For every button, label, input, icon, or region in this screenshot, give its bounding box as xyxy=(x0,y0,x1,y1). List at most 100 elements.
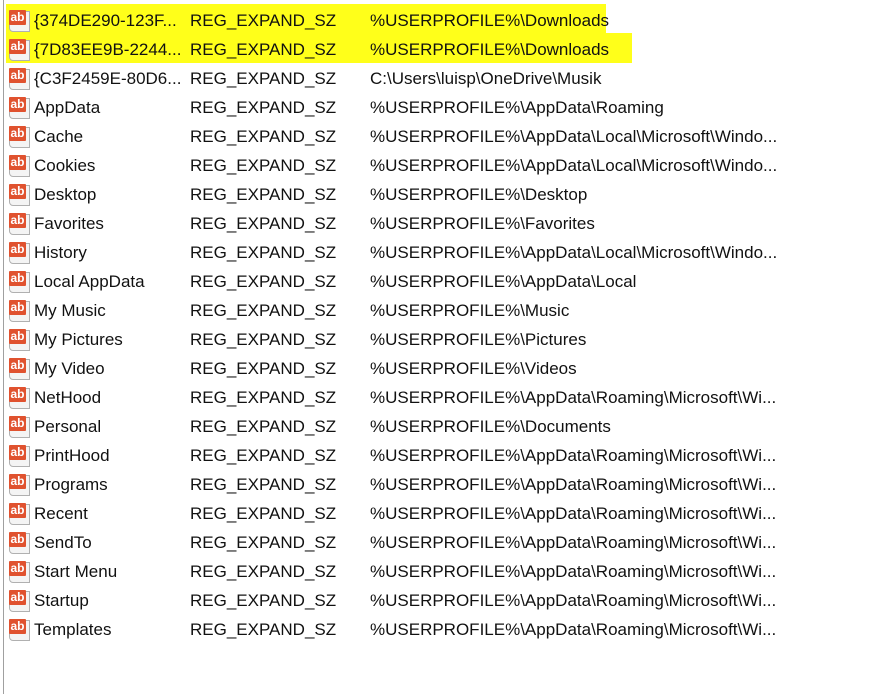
value-type: REG_EXPAND_SZ xyxy=(190,242,337,262)
value-data: %USERPROFILE%\AppData\Roaming\Microsoft\… xyxy=(370,503,777,523)
list-item[interactable]: ab {7D83EE9B-2244... REG_EXPAND_SZ %USERPRO… xyxy=(8,35,777,64)
list-item[interactable]: ab Cookies REG_EXPAND_SZ %USERPROFILE%\AppD… xyxy=(8,151,777,180)
value-name: Favorites xyxy=(34,213,104,233)
value-name: My Video xyxy=(34,358,105,378)
value-data: %USERPROFILE%\AppData\Roaming\Microsoft\… xyxy=(370,445,777,465)
list-item[interactable]: ab NetHood REG_EXPAND_SZ %USERPROFILE%\AppD… xyxy=(8,383,777,412)
list-item[interactable]: ab AppData REG_EXPAND_SZ %USERPROFILE%\AppD… xyxy=(8,93,777,122)
reg-string-icon: ab xyxy=(8,444,30,467)
reg-string-icon: ab xyxy=(8,212,30,235)
reg-string-icon: ab xyxy=(8,241,30,264)
value-type: REG_EXPAND_SZ xyxy=(190,503,337,523)
value-data: %USERPROFILE%\AppData\Roaming\Microsoft\… xyxy=(370,532,777,552)
reg-string-icon: ab xyxy=(8,415,30,438)
list-item[interactable]: ab Recent REG_EXPAND_SZ %USERPROFILE%\AppDa… xyxy=(8,499,777,528)
value-data: %USERPROFILE%\AppData\Roaming\Microsoft\… xyxy=(370,619,777,639)
list-item[interactable]: ab {C3F2459E-80D6... REG_EXPAND_SZ C:\Users… xyxy=(8,64,777,93)
list-item[interactable]: ab Startup REG_EXPAND_SZ %USERPROFILE%\AppD… xyxy=(8,586,777,615)
value-data: %USERPROFILE%\AppData\Local\Microsoft\Wi… xyxy=(370,155,778,175)
value-name: {C3F2459E-80D6... xyxy=(34,68,182,88)
reg-string-icon: ab xyxy=(8,531,30,554)
value-type: REG_EXPAND_SZ xyxy=(190,387,337,407)
value-data: %USERPROFILE%\Pictures xyxy=(370,329,587,349)
value-data: %USERPROFILE%\AppData\Local xyxy=(370,271,637,291)
value-data: %USERPROFILE%\AppData\Roaming\Microsoft\… xyxy=(370,387,777,407)
value-data: %USERPROFILE%\Music xyxy=(370,300,570,320)
list-item[interactable]: ab Local AppData REG_EXPAND_SZ %USERPROFILE… xyxy=(8,267,777,296)
list-item[interactable]: ab Templates REG_EXPAND_SZ %USERPROFILE%\Ap… xyxy=(8,615,777,644)
value-type: REG_EXPAND_SZ xyxy=(190,155,337,175)
list-item[interactable]: ab Programs REG_EXPAND_SZ %USERPROFILE%\App… xyxy=(8,470,777,499)
reg-string-icon: ab xyxy=(8,357,30,380)
value-type: REG_EXPAND_SZ xyxy=(190,561,337,581)
value-name: Startup xyxy=(34,590,89,610)
reg-string-icon: ab xyxy=(8,9,30,32)
reg-string-icon: ab xyxy=(8,154,30,177)
reg-string-icon: ab xyxy=(8,67,30,90)
value-type: REG_EXPAND_SZ xyxy=(190,619,337,639)
value-name: My Pictures xyxy=(34,329,123,349)
value-type: REG_EXPAND_SZ xyxy=(190,184,337,204)
value-type: REG_EXPAND_SZ xyxy=(190,213,337,233)
value-data: %USERPROFILE%\Desktop xyxy=(370,184,588,204)
reg-string-icon: ab xyxy=(8,502,30,525)
value-type: REG_EXPAND_SZ xyxy=(190,126,337,146)
reg-string-icon: ab xyxy=(8,125,30,148)
list-item[interactable]: ab My Video REG_EXPAND_SZ %USERPROFILE%\Vid… xyxy=(8,354,777,383)
value-name: Cookies xyxy=(34,155,96,175)
value-data: %USERPROFILE%\AppData\Roaming\Microsoft\… xyxy=(370,561,777,581)
list-item[interactable]: ab PrintHood REG_EXPAND_SZ %USERPROFILE%\Ap… xyxy=(8,441,777,470)
list-item[interactable]: ab Desktop REG_EXPAND_SZ %USERPROFILE%\Desk… xyxy=(8,180,777,209)
list-item[interactable]: ab Start Menu REG_EXPAND_SZ %USERPROFILE%\A… xyxy=(8,557,777,586)
value-name: Local AppData xyxy=(34,271,145,291)
value-data: %USERPROFILE%\Documents xyxy=(370,416,611,436)
list-item[interactable]: ab My Pictures REG_EXPAND_SZ %USERPROFILE%\… xyxy=(8,325,777,354)
value-type: REG_EXPAND_SZ xyxy=(190,68,337,88)
value-type: REG_EXPAND_SZ xyxy=(190,474,337,494)
list-item[interactable]: ab {374DE290-123F... REG_EXPAND_SZ %USERPRO… xyxy=(8,6,777,35)
value-name: Templates xyxy=(34,619,112,639)
reg-string-icon: ab xyxy=(8,183,30,206)
value-name: Start Menu xyxy=(34,561,118,581)
value-name: My Music xyxy=(34,300,106,320)
value-type: REG_EXPAND_SZ xyxy=(190,39,337,59)
value-name: AppData xyxy=(34,97,101,117)
value-data: %USERPROFILE%\AppData\Local\Microsoft\Wi… xyxy=(370,242,778,262)
value-data: %USERPROFILE%\AppData\Roaming\Microsoft\… xyxy=(370,590,777,610)
value-data: C:\Users\luisp\OneDrive\Musik xyxy=(370,68,602,88)
reg-string-icon: ab xyxy=(8,386,30,409)
list-item[interactable]: ab Personal REG_EXPAND_SZ %USERPROFILE%\Doc… xyxy=(8,412,777,441)
list-item[interactable]: ab SendTo REG_EXPAND_SZ %USERPROFILE%\AppDa… xyxy=(8,528,777,557)
reg-string-icon: ab xyxy=(8,473,30,496)
reg-string-icon: ab xyxy=(8,270,30,293)
reg-string-icon: ab xyxy=(8,618,30,641)
value-data: %USERPROFILE%\AppData\Roaming xyxy=(370,97,664,117)
value-name: Recent xyxy=(34,503,88,523)
value-name: PrintHood xyxy=(34,445,110,465)
value-type: REG_EXPAND_SZ xyxy=(190,416,337,436)
reg-string-icon: ab xyxy=(8,96,30,119)
list-item[interactable]: ab My Music REG_EXPAND_SZ %USERPROFILE%\Mus… xyxy=(8,296,777,325)
value-type: REG_EXPAND_SZ xyxy=(190,532,337,552)
value-data: %USERPROFILE%\AppData\Local\Microsoft\Wi… xyxy=(370,126,778,146)
list-left-border xyxy=(3,0,4,694)
value-name: Cache xyxy=(34,126,84,146)
list-item[interactable]: ab Favorites REG_EXPAND_SZ %USERPROFILE%\Fa… xyxy=(8,209,777,238)
value-name: History xyxy=(34,242,87,262)
list-item[interactable]: ab History REG_EXPAND_SZ %USERPROFILE%\AppD… xyxy=(8,238,777,267)
value-data: %USERPROFILE%\Downloads xyxy=(370,39,610,59)
reg-string-icon: ab xyxy=(8,328,30,351)
value-type: REG_EXPAND_SZ xyxy=(190,300,337,320)
value-type: REG_EXPAND_SZ xyxy=(190,590,337,610)
value-type: REG_EXPAND_SZ xyxy=(190,97,337,117)
value-name: Personal xyxy=(34,416,102,436)
reg-string-icon: ab xyxy=(8,560,30,583)
reg-string-icon: ab xyxy=(8,589,30,612)
value-name: Desktop xyxy=(34,184,97,204)
value-name: NetHood xyxy=(34,387,102,407)
value-data: %USERPROFILE%\Videos xyxy=(370,358,577,378)
value-name: {7D83EE9B-2244... xyxy=(34,39,182,59)
reg-string-icon: ab xyxy=(8,299,30,322)
value-type: REG_EXPAND_SZ xyxy=(190,329,337,349)
list-item[interactable]: ab Cache REG_EXPAND_SZ %USERPROFILE%\AppDat… xyxy=(8,122,777,151)
